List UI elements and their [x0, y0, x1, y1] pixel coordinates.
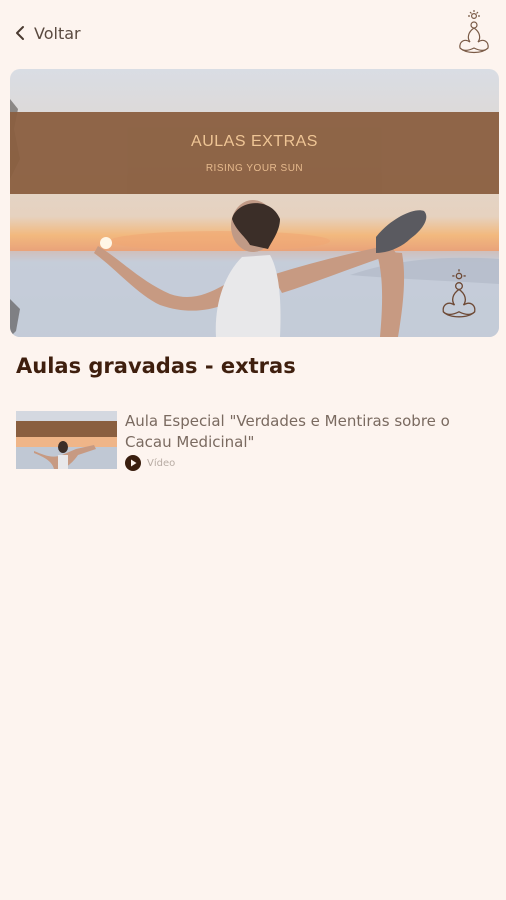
back-label: Voltar	[34, 23, 81, 43]
banner-subtitle: RISING YOUR SUN	[205, 162, 304, 174]
banner-title-band: AULAS EXTRAS RISING YOUR SUN	[10, 112, 499, 194]
lesson-title: Aula Especial "Verdades e Mentiras sobre…	[125, 412, 450, 451]
banner-title: AULAS EXTRAS	[191, 132, 318, 150]
back-button[interactable]: Voltar	[14, 20, 81, 46]
lotus-watermark-icon	[442, 269, 476, 318]
lesson-type: Vídeo	[147, 457, 176, 469]
chevron-left-icon	[16, 26, 24, 40]
course-banner[interactable]: AULAS EXTRAS RISING YOUR SUN	[10, 69, 499, 337]
play-circle-icon	[125, 455, 141, 471]
lesson-meta: Vídeo	[125, 455, 485, 471]
lotus-logo-icon	[459, 10, 489, 54]
lesson-thumbnail	[16, 411, 117, 469]
sunset-yoga-photo	[10, 69, 499, 337]
lesson-list-item[interactable]: Aula Especial "Verdades e Mentiras sobre…	[16, 411, 490, 473]
section-title: Aulas gravadas - extras	[16, 354, 296, 378]
top-bar: Voltar	[0, 0, 506, 66]
